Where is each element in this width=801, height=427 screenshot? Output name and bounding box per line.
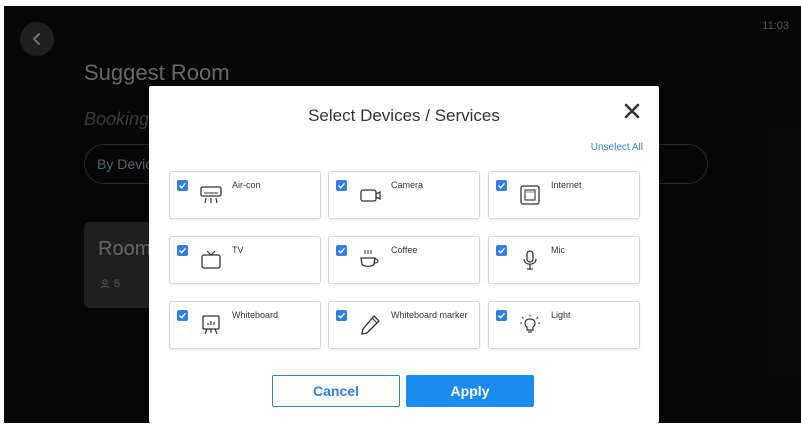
device-label: Air-con xyxy=(232,180,261,190)
device-tile-whiteboard[interactable]: Whiteboard xyxy=(169,301,321,349)
device-label: Mic xyxy=(551,245,565,255)
checkmark-icon xyxy=(338,247,346,254)
device-label: Light xyxy=(551,310,571,320)
apply-button[interactable]: Apply xyxy=(406,375,534,407)
checkmark-icon xyxy=(179,182,187,189)
device-tile-coffee[interactable]: Coffee xyxy=(328,236,480,284)
dialog-title: Select Devices / Services xyxy=(308,106,500,125)
device-label: Whiteboard xyxy=(232,310,279,320)
device-tile-camera[interactable]: Camera xyxy=(328,171,480,219)
device-checkbox[interactable] xyxy=(177,245,188,256)
device-tile-whiteboard-marker[interactable]: Whiteboard marker xyxy=(328,301,480,349)
unselect-all-link[interactable]: Unselect All xyxy=(591,142,643,153)
device-checkbox[interactable] xyxy=(177,180,188,191)
cancel-button[interactable]: Cancel xyxy=(272,375,400,407)
device-checkbox[interactable] xyxy=(336,180,347,191)
checkmark-icon xyxy=(498,312,506,319)
device-checkbox[interactable] xyxy=(496,310,507,321)
checkmark-icon xyxy=(179,247,187,254)
device-label: Coffee xyxy=(391,245,418,255)
camera-icon xyxy=(357,182,383,208)
device-checkbox[interactable] xyxy=(496,245,507,256)
device-tile-light[interactable]: Light xyxy=(488,301,640,349)
marker-pen-icon xyxy=(357,312,383,338)
device-label: Internet xyxy=(551,180,582,190)
device-checkbox[interactable] xyxy=(496,180,507,191)
device-label: TV xyxy=(232,245,244,255)
checkmark-icon xyxy=(498,182,506,189)
ethernet-port-icon xyxy=(517,182,543,208)
device-select-dialog: Select Devices / Services Unselect All A… xyxy=(149,86,659,423)
checkmark-icon xyxy=(498,247,506,254)
device-tile-mic[interactable]: Mic xyxy=(488,236,640,284)
device-checkbox[interactable] xyxy=(336,245,347,256)
air-conditioner-icon xyxy=(198,182,224,208)
device-tile-internet[interactable]: Internet xyxy=(488,171,640,219)
whiteboard-icon xyxy=(198,312,224,338)
close-icon xyxy=(624,103,640,119)
checkmark-icon xyxy=(179,312,187,319)
tv-icon xyxy=(198,247,224,273)
microphone-icon xyxy=(517,247,543,273)
device-checkbox[interactable] xyxy=(177,310,188,321)
checkmark-icon xyxy=(338,312,346,319)
device-grid: Air-con Camera Internet TV Coffee Mic Wh… xyxy=(169,171,641,349)
device-label: Camera xyxy=(391,180,424,190)
device-tile-tv[interactable]: TV xyxy=(169,236,321,284)
close-button[interactable] xyxy=(621,100,643,122)
device-tile-air-con[interactable]: Air-con xyxy=(169,171,321,219)
checkmark-icon xyxy=(338,182,346,189)
device-label: Whiteboard marker xyxy=(391,310,468,320)
light-bulb-icon xyxy=(517,312,543,338)
coffee-cup-icon xyxy=(357,247,383,273)
device-checkbox[interactable] xyxy=(336,310,347,321)
